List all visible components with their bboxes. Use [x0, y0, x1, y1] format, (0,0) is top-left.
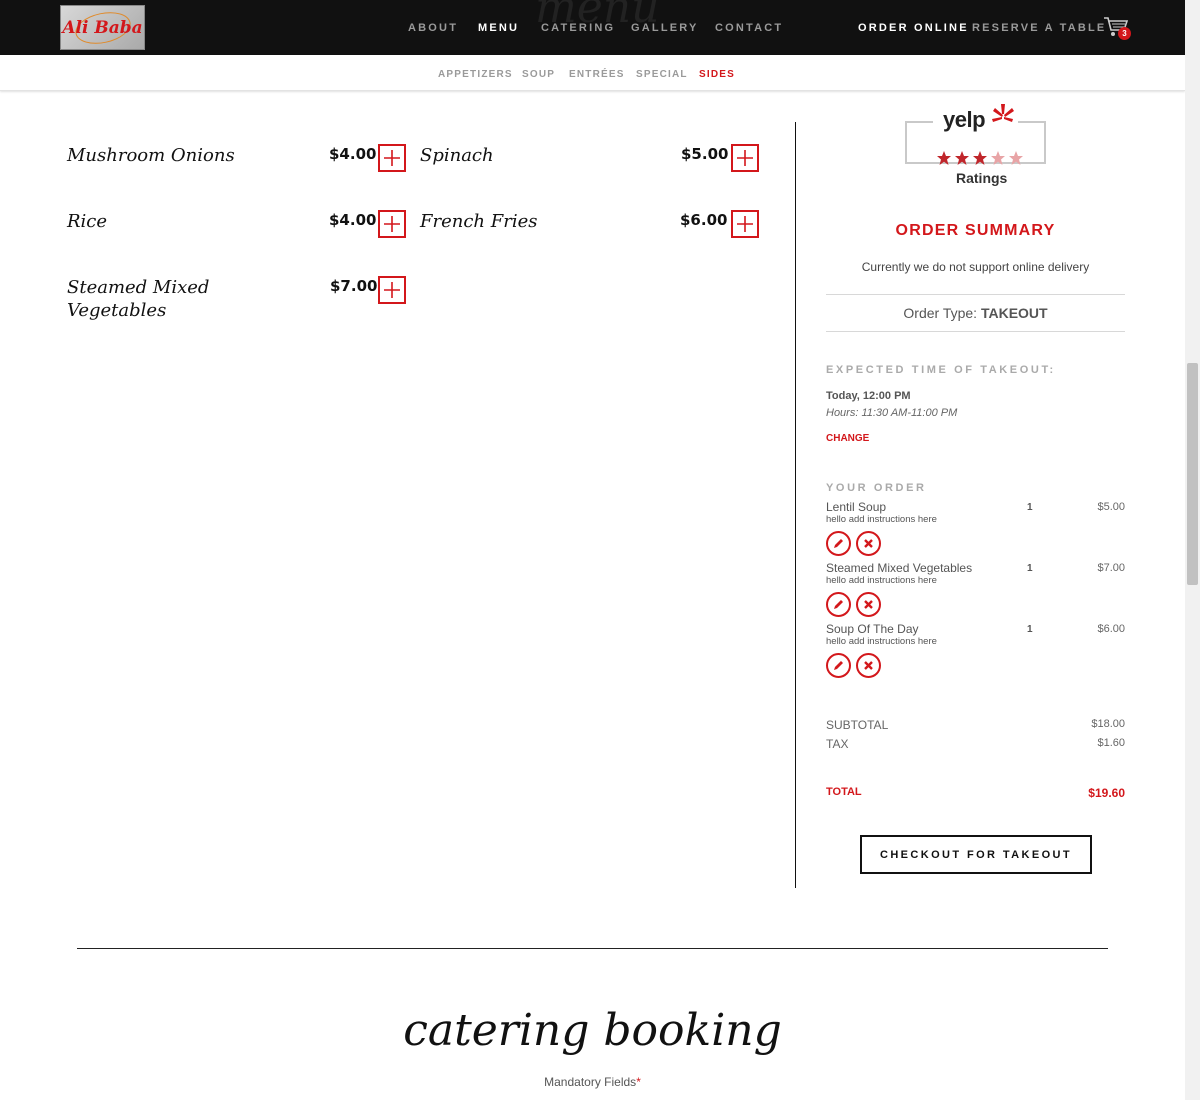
remove-item-button[interactable] — [856, 531, 881, 556]
tab-soup[interactable]: SOUP — [522, 69, 555, 80]
menu-item-price: $4.00 — [329, 211, 377, 229]
remove-item-button[interactable] — [856, 653, 881, 678]
close-icon — [864, 600, 873, 609]
menu-item-name: Spinach — [420, 145, 494, 166]
order-item-qty: 1 — [1027, 563, 1033, 574]
tab-appetizers[interactable]: APPETIZERS — [438, 69, 513, 80]
expected-time-heading: EXPECTED TIME OF TAKEOUT: — [826, 364, 1056, 376]
plus-icon — [737, 216, 753, 232]
nav-gallery[interactable]: GALLERY — [631, 22, 699, 34]
delivery-note: Currently we do not support online deliv… — [861, 260, 1090, 274]
order-item-price: $7.00 — [1097, 562, 1125, 574]
menu-item-price: $5.00 — [681, 145, 729, 163]
pencil-icon — [834, 661, 843, 670]
brand-logo[interactable]: Ali Baba — [60, 5, 145, 50]
catering-booking-title: catering booking — [403, 1005, 782, 1056]
order-item-price: $6.00 — [1097, 623, 1125, 635]
column-divider — [795, 122, 796, 888]
nav-reserve-table[interactable]: RESERVE A TABLE — [972, 22, 1106, 34]
star-icon — [1009, 151, 1023, 165]
yelp-star-rating — [936, 150, 1024, 166]
order-item-instructions: hello add instructions here — [826, 636, 937, 647]
nav-about[interactable]: ABOUT — [408, 22, 458, 34]
menu-item-name: Rice — [67, 211, 108, 232]
section-divider — [77, 948, 1108, 949]
divider — [826, 331, 1125, 332]
order-type-value: TAKEOUT — [980, 305, 1048, 321]
cart-count-badge: 3 — [1118, 27, 1131, 40]
yelp-wordmark: yelp — [943, 107, 986, 132]
plus-icon — [737, 150, 753, 166]
change-time-link[interactable]: CHANGE — [826, 433, 869, 444]
order-item-name: Steamed Mixed Vegetables — [826, 561, 973, 575]
order-item-qty: 1 — [1027, 624, 1033, 635]
mandatory-fields-label: Mandatory Fields — [544, 1075, 637, 1089]
order-item-price: $5.00 — [1097, 501, 1125, 513]
close-icon — [864, 539, 873, 548]
nav-menu[interactable]: MENU — [478, 22, 519, 34]
order-type-label: Order Type: — [903, 305, 978, 321]
mandatory-fields-note: Mandatory Fields* — [0, 1075, 1185, 1089]
subtotal-value: $18.00 — [1091, 718, 1125, 730]
business-hours: Hours: 11:30 AM-11:00 PM — [826, 407, 958, 419]
your-order-heading: YOUR ORDER — [826, 482, 927, 494]
scrollbar-thumb[interactable] — [1187, 363, 1198, 585]
remove-item-button[interactable] — [856, 592, 881, 617]
add-to-order-button[interactable] — [731, 144, 759, 172]
required-asterisk: * — [636, 1075, 641, 1089]
takeout-time: Today, 12:00 PM — [826, 390, 911, 402]
total-label: TOTAL — [826, 786, 862, 798]
yelp-burst-icon — [992, 104, 1014, 122]
logo-text: Ali Baba — [62, 17, 143, 38]
order-type-row: Order Type: TAKEOUT — [826, 305, 1125, 321]
order-item-name: Soup Of The Day — [826, 622, 919, 636]
star-icon — [991, 151, 1005, 165]
nav-order-online[interactable]: ORDER ONLINE — [858, 22, 969, 34]
tab-sides[interactable]: SIDES — [699, 69, 735, 80]
order-item-instructions: hello add instructions here — [826, 575, 937, 586]
star-icon — [955, 151, 969, 165]
menu-item-name: Steamed Mixed Vegetables — [67, 277, 210, 321]
menu-item-price: $7.00 — [330, 277, 378, 295]
tax-label: TAX — [826, 737, 849, 751]
subtotal-label: SUBTOTAL — [826, 718, 889, 732]
order-item-name: Lentil Soup — [826, 500, 887, 514]
edit-item-button[interactable] — [826, 653, 851, 678]
edit-item-button[interactable] — [826, 592, 851, 617]
pencil-icon — [834, 600, 843, 609]
nav-contact[interactable]: CONTACT — [715, 22, 783, 34]
tab-special[interactable]: SPECIAL — [636, 69, 688, 80]
tab-entrees[interactable]: ENTRÉES — [569, 69, 625, 80]
tax-value: $1.60 — [1097, 737, 1125, 749]
star-icon — [973, 151, 987, 165]
nav-catering[interactable]: CATERING — [541, 22, 615, 34]
plus-icon — [384, 150, 400, 166]
edit-item-button[interactable] — [826, 531, 851, 556]
order-item-instructions: hello add instructions here — [826, 514, 937, 525]
total-value: $19.60 — [1088, 786, 1125, 800]
add-to-order-button[interactable] — [378, 276, 406, 304]
order-summary-title: ORDER SUMMARY — [895, 222, 1056, 239]
menu-item-name: Mushroom Onions — [67, 145, 235, 166]
menu-item-name: French Fries — [420, 211, 538, 232]
ratings-label: Ratings — [956, 170, 1008, 186]
plus-icon — [384, 282, 400, 298]
add-to-order-button[interactable] — [731, 210, 759, 238]
divider — [826, 294, 1125, 295]
order-item-qty: 1 — [1027, 502, 1033, 513]
star-icon — [937, 151, 951, 165]
add-to-order-button[interactable] — [378, 210, 406, 238]
pencil-icon — [834, 539, 843, 548]
plus-icon — [384, 216, 400, 232]
close-icon — [864, 661, 873, 670]
add-to-order-button[interactable] — [378, 144, 406, 172]
menu-item-price: $4.00 — [329, 145, 377, 163]
menu-item-price: $6.00 — [680, 211, 728, 229]
checkout-button[interactable]: CHECKOUT FOR TAKEOUT — [860, 835, 1092, 874]
